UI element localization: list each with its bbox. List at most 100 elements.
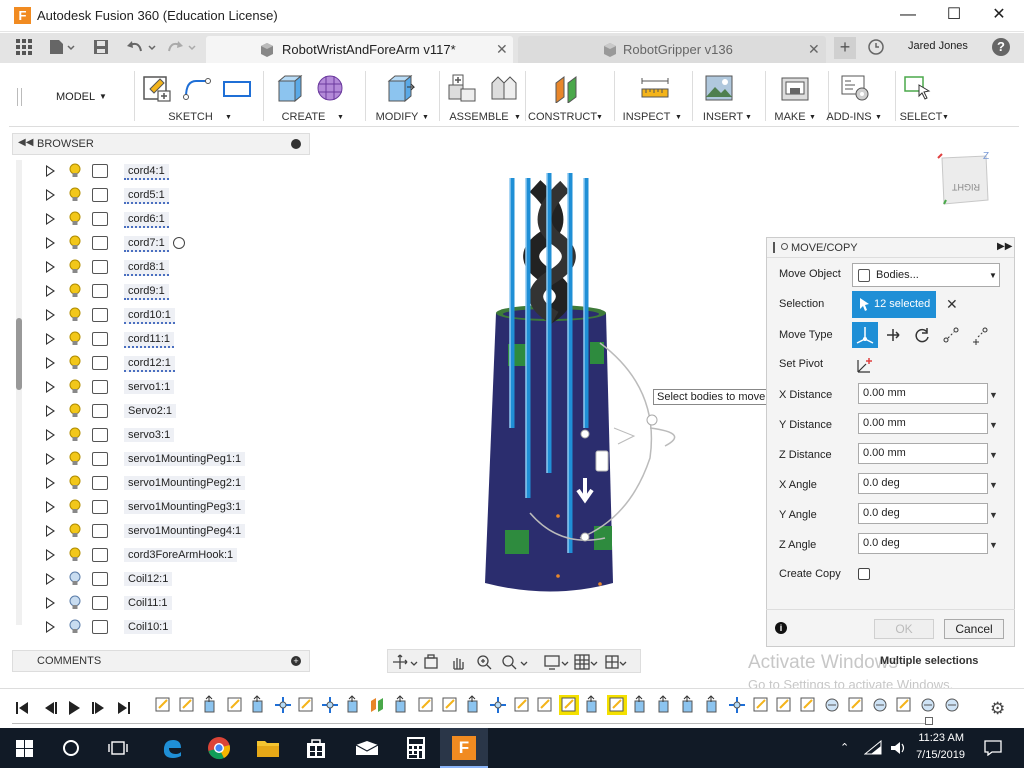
timeline-feature-sketch[interactable] xyxy=(846,695,866,715)
browser-item-label[interactable]: Coil12:1 xyxy=(124,572,173,586)
timeline-feature-extrude[interactable] xyxy=(679,695,699,715)
undo-icon[interactable] xyxy=(126,39,158,59)
browser-tree-item[interactable]: cord12:1 xyxy=(40,352,310,374)
rotate-icon[interactable] xyxy=(912,325,932,345)
chevron-down-icon[interactable]: ▼ xyxy=(989,510,998,520)
close-window-button[interactable]: ✕ xyxy=(976,0,1022,31)
timeline-feature-pattern[interactable] xyxy=(918,695,938,715)
browser-tree-item[interactable]: Servo2:1 xyxy=(40,400,310,422)
move-object-select[interactable]: Bodies... ▼ xyxy=(852,263,1000,287)
save-icon[interactable] xyxy=(93,39,109,59)
search-icon[interactable] xyxy=(63,740,79,756)
browser-item-label[interactable]: Coil10:1 xyxy=(124,620,173,634)
transform-field-input[interactable]: 0.00 mm xyxy=(858,383,988,404)
fit-button[interactable] xyxy=(498,649,528,673)
free-move-button[interactable] xyxy=(852,322,878,348)
browser-tree-item[interactable]: servo1MountingPeg3:1 xyxy=(40,496,310,518)
action-center-icon[interactable] xyxy=(984,740,1002,756)
timeline-play[interactable] xyxy=(64,695,86,721)
visibility-bulb-icon[interactable] xyxy=(68,163,82,179)
orbit-button[interactable] xyxy=(387,649,409,673)
browser-item-label[interactable]: Coil11:1 xyxy=(124,596,172,610)
timeline-feature-sketch[interactable] xyxy=(512,695,532,715)
visibility-bulb-icon[interactable] xyxy=(68,355,82,371)
timeline-marker[interactable] xyxy=(925,717,933,725)
new-tab-plus-icon[interactable]: + xyxy=(834,37,856,59)
browser-item-label[interactable]: cord6:1 xyxy=(124,212,169,228)
timeline-go-to-end[interactable] xyxy=(114,695,136,721)
browser-tree-item[interactable]: cord5:1 xyxy=(40,184,310,206)
expand-chevron-icon[interactable] xyxy=(46,477,55,489)
visibility-bulb-icon[interactable] xyxy=(68,475,82,491)
clear-selection-icon[interactable]: ✕ xyxy=(946,296,958,313)
minimize-button[interactable]: — xyxy=(885,0,931,31)
extrude-icon[interactable] xyxy=(275,73,305,103)
expand-chevron-icon[interactable] xyxy=(46,309,55,321)
clock-time[interactable]: 11:23 AM xyxy=(914,732,964,744)
browser-tree-item[interactable]: Coil10:1 xyxy=(40,616,310,638)
timeline-feature-extrude[interactable] xyxy=(464,695,484,715)
app-grid-icon[interactable] xyxy=(16,39,32,59)
expand-chevron-icon[interactable] xyxy=(46,213,55,225)
timeline-feature-sketch[interactable] xyxy=(416,695,436,715)
selection-button[interactable]: 12 selected xyxy=(852,291,936,318)
panel-header[interactable]: MOVE/COPY ▶▶ xyxy=(767,238,1014,258)
browser-item-label[interactable]: servo1MountingPeg4:1 xyxy=(124,524,246,538)
browser-item-label[interactable]: servo1MountingPeg2:1 xyxy=(124,476,246,490)
expand-chevron-icon[interactable] xyxy=(46,597,55,609)
joint-icon[interactable] xyxy=(488,73,518,103)
timeline-feature-extrude[interactable] xyxy=(249,695,269,715)
zoom-button[interactable] xyxy=(472,649,494,673)
info-icon[interactable]: i xyxy=(775,622,787,634)
look-at-button[interactable] xyxy=(420,649,442,673)
expand-chevron-icon[interactable] xyxy=(46,381,55,393)
browser-tree-item[interactable]: Coil12:1 xyxy=(40,568,310,590)
expand-chevron-icon[interactable] xyxy=(46,357,55,369)
timeline-feature-sketch[interactable] xyxy=(296,695,316,715)
browser-tree-item[interactable]: cord11:1 xyxy=(40,328,310,350)
timeline-settings-gear-icon[interactable]: ⚙ xyxy=(990,699,1005,719)
timeline-feature-sketch[interactable] xyxy=(559,695,580,715)
make-group[interactable]: MAKE ▼ xyxy=(767,66,825,126)
visibility-bulb-icon[interactable] xyxy=(68,595,82,611)
expand-chevron-icon[interactable] xyxy=(46,501,55,513)
browser-item-label[interactable]: cord7:1 xyxy=(124,236,169,252)
file-explorer-icon[interactable] xyxy=(256,737,280,759)
browser-item-label[interactable]: servo3:1 xyxy=(124,428,175,442)
browser-tree-item[interactable]: cord8:1 xyxy=(40,256,310,278)
browser-tree-item[interactable]: servo1MountingPeg2:1 xyxy=(40,472,310,494)
timeline-feature-pattern[interactable] xyxy=(942,695,962,715)
wifi-icon[interactable] xyxy=(864,740,882,756)
insert-group[interactable]: INSERT ▼ xyxy=(697,66,761,126)
visibility-bulb-icon[interactable] xyxy=(68,187,82,203)
volume-icon[interactable] xyxy=(889,740,907,756)
viewcube-face-label[interactable]: RIGHT xyxy=(952,182,981,192)
expand-chevron-icon[interactable] xyxy=(46,453,55,465)
timeline-feature-sketch[interactable] xyxy=(153,695,173,715)
expand-chevron-icon[interactable] xyxy=(46,165,55,177)
browser-tree-item[interactable]: servo1:1 xyxy=(40,376,310,398)
expand-chevron-icon[interactable] xyxy=(46,429,55,441)
browser-scrollbar[interactable] xyxy=(16,160,22,625)
add-ins-group[interactable]: ADD-INS ▼ xyxy=(819,66,891,126)
3d-print-icon[interactable] xyxy=(780,73,810,103)
browser-item-label[interactable]: servo1:1 xyxy=(124,380,175,394)
transform-field-input[interactable]: 0.00 mm xyxy=(858,413,988,434)
new-component-icon[interactable] xyxy=(447,73,477,103)
browser-tree-item[interactable]: Coil11:1 xyxy=(40,592,310,614)
visibility-bulb-icon[interactable] xyxy=(68,499,82,515)
browser-item-label[interactable]: servo1MountingPeg3:1 xyxy=(124,500,246,514)
chevron-down-icon[interactable]: ▼ xyxy=(989,540,998,550)
browser-tree-item[interactable]: servo1MountingPeg1:1 xyxy=(40,448,310,470)
expand-chevron-icon[interactable] xyxy=(46,525,55,537)
timeline-feature-sketch[interactable] xyxy=(177,695,197,715)
job-status-clock-icon[interactable] xyxy=(868,39,884,59)
timeline-feature-sketch[interactable] xyxy=(798,695,818,715)
browser-tree-item[interactable]: servo1MountingPeg4:1 xyxy=(40,520,310,542)
scripts-addins-icon[interactable] xyxy=(840,73,870,103)
rotate-handle[interactable] xyxy=(580,532,590,542)
timeline-feature-move[interactable] xyxy=(727,695,747,715)
visibility-bulb-icon[interactable] xyxy=(68,211,82,227)
visibility-bulb-icon[interactable] xyxy=(68,547,82,563)
point-to-point-icon[interactable] xyxy=(941,325,961,345)
